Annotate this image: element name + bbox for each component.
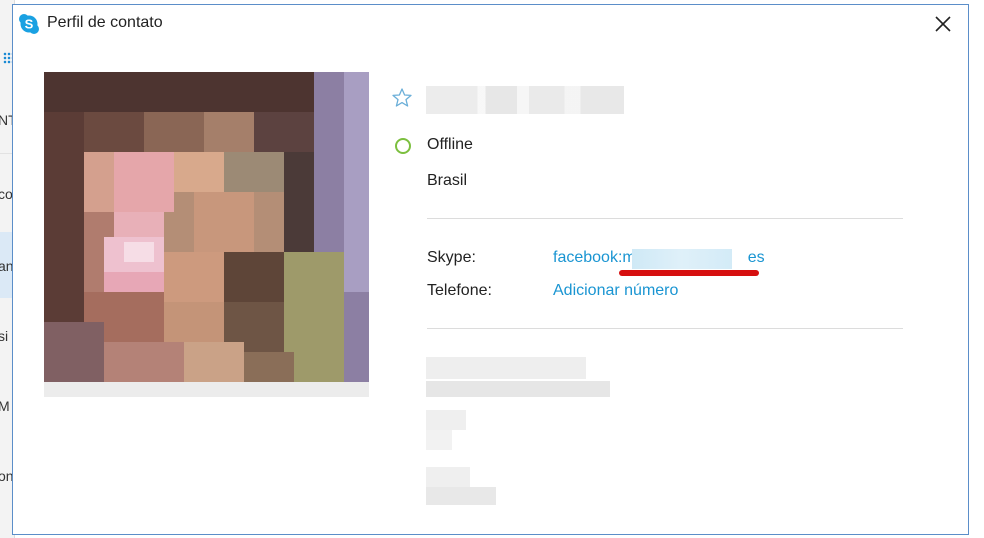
redacted-info bbox=[426, 467, 470, 487]
redacted-info bbox=[426, 357, 586, 379]
favorite-star-icon[interactable] bbox=[391, 87, 413, 109]
separator bbox=[427, 218, 903, 219]
skype-id-suffix: es bbox=[747, 249, 765, 266]
contact-profile-dialog: S Perfil de contato Offline Brasil Skype… bbox=[12, 4, 969, 535]
skype-id-redacted bbox=[632, 249, 732, 269]
skype-label: Skype: bbox=[427, 249, 476, 266]
highlight-underline-annotation bbox=[619, 270, 759, 276]
status-circle-icon bbox=[395, 138, 411, 154]
status-text: Offline bbox=[427, 136, 473, 153]
svg-text:S: S bbox=[25, 17, 34, 32]
redacted-info bbox=[426, 487, 496, 505]
redacted-info bbox=[426, 430, 452, 450]
skype-logo-icon: S bbox=[19, 14, 39, 34]
phone-label: Telefone: bbox=[427, 282, 492, 299]
redacted-info bbox=[426, 381, 610, 397]
add-phone-link[interactable]: Adicionar número bbox=[553, 282, 678, 300]
title-bar: S Perfil de contato bbox=[13, 5, 968, 41]
location-text: Brasil bbox=[427, 172, 468, 189]
skype-id-value: facebook:m es bbox=[553, 249, 765, 269]
background-text-fragment: co bbox=[0, 186, 13, 202]
apps-grid-icon bbox=[3, 52, 12, 64]
redacted-info bbox=[426, 410, 466, 430]
separator bbox=[427, 328, 903, 329]
contact-name-redacted bbox=[426, 86, 624, 114]
window-title: Perfil de contato bbox=[47, 14, 163, 31]
close-icon[interactable] bbox=[928, 10, 958, 38]
skype-id-link[interactable]: facebook:m es bbox=[553, 249, 765, 269]
contact-avatar bbox=[44, 72, 369, 397]
background-text-fragment: si bbox=[0, 328, 9, 344]
background-text-fragment: M bbox=[0, 398, 10, 414]
skype-id-prefix: facebook:m bbox=[553, 249, 636, 266]
